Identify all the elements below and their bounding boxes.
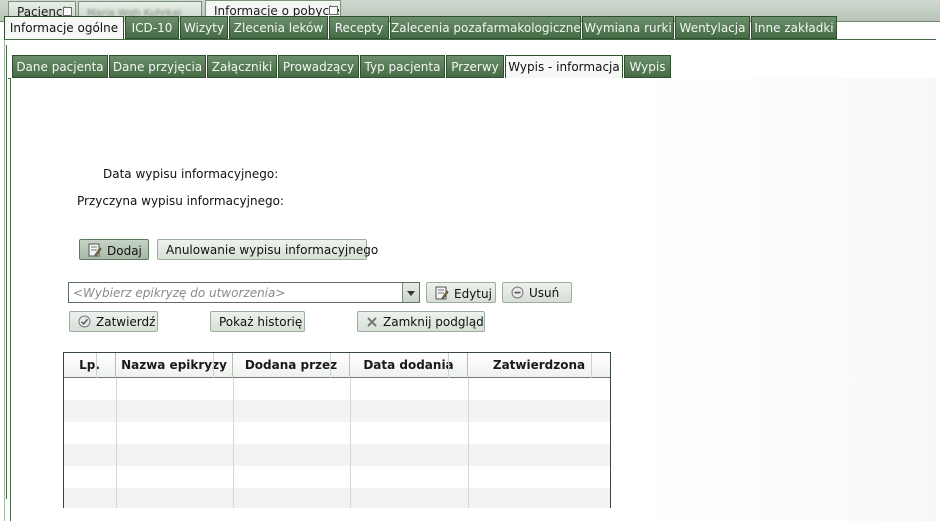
button-label: Zatwierdź	[96, 315, 156, 329]
column-separator	[591, 353, 592, 378]
tab-przerwy[interactable]: Przerwy	[446, 55, 504, 78]
tab-label: Recepty	[334, 21, 384, 35]
tab-label: Dane przyjęcia	[112, 60, 203, 74]
edytuj-button[interactable]: Edytuj	[426, 282, 496, 303]
button-label: Pokaż historię	[219, 315, 303, 329]
column-divider	[233, 378, 234, 508]
tab-label: Inne zakładki	[754, 21, 834, 35]
tab-label: Prowadzący	[282, 60, 355, 74]
tab-label: Wypis - informacja	[508, 60, 620, 74]
data-wypisu-label: Data wypisu informacyjnego:	[103, 167, 279, 181]
tab-label: Zlecenia leków	[233, 21, 324, 35]
tab-wentylacja[interactable]: Wentylacja	[675, 16, 750, 39]
column-header-lp[interactable]: Lp.	[64, 353, 116, 378]
check-circle-icon	[78, 315, 91, 328]
column-label: Data dodania	[363, 358, 454, 372]
column-separator	[448, 353, 449, 378]
column-label: Dodana przez	[244, 358, 338, 372]
tab-label: Wizyty	[183, 21, 225, 35]
tab-zalecenia-pozafarmakologiczne[interactable]: Zalecenia pozafarmakologiczne	[390, 16, 581, 39]
tab-divider	[4, 39, 936, 40]
table-row[interactable]	[64, 400, 610, 422]
table-row[interactable]	[64, 422, 610, 444]
button-label: Anulowanie wypisu informacyjnego	[166, 243, 379, 257]
button-label: Edytuj	[454, 287, 492, 301]
tab-label: Dane pacjenta	[16, 60, 104, 74]
tab-label: Wentylacja	[679, 21, 746, 35]
tab-icd10[interactable]: ICD-10	[125, 16, 179, 39]
button-label: Zamknij podgląd	[383, 315, 484, 329]
tab-dane-pacjenta[interactable]: Dane pacjenta	[12, 55, 108, 78]
column-label: Nazwa epikryzy	[121, 358, 227, 372]
table-row[interactable]	[64, 488, 610, 508]
button-label: Dodaj	[107, 244, 142, 258]
table-row[interactable]	[64, 444, 610, 466]
column-header-zatwierdzona[interactable]: Zatwierdzona	[468, 353, 610, 378]
tab-dane-przyjecia[interactable]: Dane przyjęcia	[109, 55, 206, 78]
tab-wizyty[interactable]: Wizyty	[180, 16, 228, 39]
pokaz-historie-button[interactable]: Pokaż historię	[210, 311, 305, 332]
zatwierdz-button[interactable]: Zatwierdź	[69, 311, 158, 332]
epikryza-select[interactable]: <Wybierz epikryzę do utworzenia>	[68, 282, 420, 303]
edit-document-icon	[435, 286, 449, 300]
column-separator	[96, 353, 97, 378]
table-header: Lp. Nazwa epikryzy Dodana przez Data dod…	[64, 353, 610, 378]
tab-label: Zalecenia pozafarmakologiczne	[391, 21, 581, 35]
column-divider	[350, 378, 351, 508]
epikryzy-table: Lp. Nazwa epikryzy Dodana przez Data dod…	[63, 352, 611, 508]
tab-label: Przerwy	[451, 60, 499, 74]
usun-button[interactable]: Usuń	[502, 282, 572, 303]
przyczyna-wypisu-label: Przyczyna wypisu informacyjnego:	[77, 194, 284, 208]
zamknij-podglad-button[interactable]: Zamknij podgląd	[357, 311, 485, 332]
table-row[interactable]	[64, 378, 610, 400]
close-box-icon[interactable]	[63, 7, 72, 16]
tab-wypis[interactable]: Wypis	[624, 55, 671, 78]
button-label: Usuń	[529, 286, 560, 300]
tab-recepty[interactable]: Recepty	[329, 16, 389, 39]
column-header-dodana-przez[interactable]: Dodana przez	[233, 353, 350, 378]
chevron-down-icon[interactable]	[402, 283, 419, 302]
anulowanie-wypisu-button[interactable]: Anulowanie wypisu informacyjnego	[157, 239, 378, 260]
column-label: Zatwierdzona	[492, 358, 586, 372]
column-header-nazwa[interactable]: Nazwa epikryzy	[116, 353, 233, 378]
tab-zalaczniki[interactable]: Załączniki	[207, 55, 277, 78]
column-divider	[468, 378, 469, 508]
tab-typ-pacjenta[interactable]: Typ pacjenta	[360, 55, 445, 78]
minus-circle-icon	[511, 286, 524, 299]
dodaj-button[interactable]: Dodaj	[79, 239, 149, 260]
tab-label: Załączniki	[211, 60, 273, 74]
tab-label: Informacje ogólne	[9, 21, 119, 35]
tab-informacje-ogolne[interactable]: Informacje ogólne	[4, 16, 124, 40]
tab-inne-zakladki[interactable]: Inne zakładki	[751, 16, 837, 39]
tab-label: ICD-10	[131, 21, 173, 35]
column-separator	[330, 353, 331, 378]
select-placeholder: <Wybierz epikryzę do utworzenia>	[73, 286, 286, 300]
column-header-data-dodania[interactable]: Data dodania	[350, 353, 468, 378]
tab-wypis-informacja[interactable]: Wypis - informacja	[505, 55, 623, 79]
column-divider	[116, 378, 117, 508]
edit-document-icon	[88, 243, 102, 257]
tab-wymiana-rurki[interactable]: Wymiana rurki	[582, 16, 674, 39]
tab-label: Typ pacjenta	[364, 60, 441, 74]
tab-label: Wymiana rurki	[584, 21, 672, 35]
x-mark-icon	[367, 317, 377, 327]
column-separator	[213, 353, 214, 378]
tab-label: Wypis	[629, 60, 666, 74]
tab-zlecenia-lekow[interactable]: Zlecenia leków	[229, 16, 328, 39]
close-box-icon[interactable]	[329, 6, 338, 15]
tab-prowadzacy[interactable]: Prowadzący	[278, 55, 359, 78]
table-row[interactable]	[64, 466, 610, 488]
